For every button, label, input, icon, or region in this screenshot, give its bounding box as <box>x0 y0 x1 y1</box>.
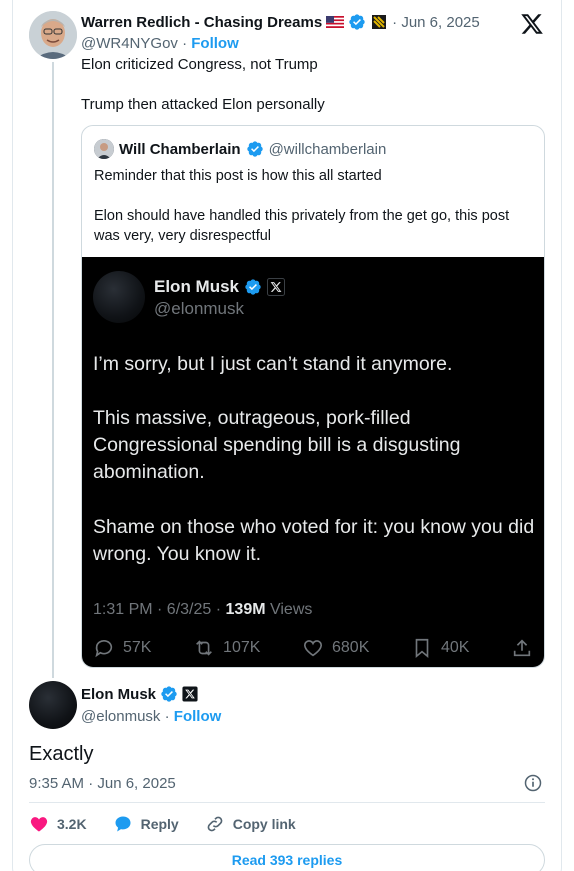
action-bar: 3.2K Reply Copy link <box>29 814 322 834</box>
embedded-author-row: Elon Musk <box>154 277 286 297</box>
reply-icon <box>95 639 113 658</box>
heart-icon <box>30 817 48 832</box>
embedded-action-bar: 57K 107K 680K 40K <box>93 637 533 659</box>
verified-badge-icon <box>161 686 177 702</box>
author-name[interactable]: Warren Redlich - Chasing Dreams <box>81 14 322 31</box>
info-icon[interactable] <box>523 773 543 793</box>
embedded-paragraph-1: I’m sorry, but I just can’t stand it any… <box>93 353 453 375</box>
embedded-meta: 1:31 PM · 6/3/25 · 139M Views <box>93 601 312 619</box>
thread-line <box>52 62 54 678</box>
embedded-paragraph-2: This massive, outrageous, pork-filled Co… <box>93 407 461 483</box>
reply-header: Elon Musk <box>81 685 198 703</box>
reply-button[interactable]: Reply <box>113 814 179 834</box>
reply-text: Exactly <box>29 743 94 765</box>
quoted-tweet[interactable]: Will Chamberlain @willchamberlain Remind… <box>81 125 545 668</box>
tweet-text-line-1: Elon criticized Congress, not Trump <box>81 56 318 73</box>
author-photo-icon <box>94 139 114 159</box>
reply-author-name[interactable]: Elon Musk <box>81 686 156 703</box>
divider <box>29 802 545 803</box>
embedded-reposts: 107K <box>193 637 260 659</box>
embedded-reply-count: 57K <box>123 639 152 656</box>
repost-icon <box>196 640 212 656</box>
link-icon <box>207 816 223 832</box>
reply-author-handle[interactable]: @elonmusk <box>81 708 160 725</box>
embedded-likes: 680K <box>302 637 369 659</box>
main-tweet-handle-row: @WR4NYGov · Follow <box>81 35 239 52</box>
us-flag-icon <box>326 16 345 28</box>
verified-badge-icon <box>246 141 263 157</box>
reply-bubble-icon <box>115 816 131 832</box>
quoted-tweet-header: Will Chamberlain @willchamberlain <box>94 139 386 159</box>
share-icon <box>513 639 531 657</box>
quoted-author-handle: @willchamberlain <box>268 140 387 158</box>
x-affiliate-icon <box>267 278 286 296</box>
bookmark-icon <box>415 638 429 659</box>
read-replies-button[interactable]: Read 393 replies <box>29 844 545 871</box>
embedded-paragraph-3: Shame on those who voted for it: you kno… <box>93 516 535 565</box>
quoted-text-line-1: Reminder that this post is how this all … <box>94 168 382 184</box>
main-tweet-header: Warren Redlich - Chasing Dreams · Jun 6,… <box>81 13 480 31</box>
author-handle[interactable]: @WR4NYGov <box>81 35 178 52</box>
follow-button[interactable]: Follow <box>174 708 222 725</box>
embedded-author-handle: @elonmusk <box>154 299 245 318</box>
embedded-views-label: Views <box>265 601 313 618</box>
like-icon <box>303 640 323 657</box>
avatar[interactable] <box>29 11 77 59</box>
like-count: 3.2K <box>57 816 87 832</box>
x-affiliate-icon <box>182 686 198 702</box>
quoted-author-name: Will Chamberlain <box>119 140 241 158</box>
verified-badge-icon <box>349 14 365 30</box>
embedded-author-name: Elon Musk <box>154 277 240 296</box>
embedded-bookmarks: 40K <box>411 637 469 659</box>
copy-link-label: Copy link <box>232 816 296 832</box>
reply-label: Reply <box>140 816 179 832</box>
embedded-replies: 57K <box>93 637 151 659</box>
tweet-text-line-2: Trump then attacked Elon personally <box>81 96 325 113</box>
separator-dot: · <box>177 35 192 52</box>
like-button[interactable]: 3.2K <box>29 814 87 834</box>
quoted-text-line-2: Elon should have handled this privately … <box>94 208 510 244</box>
author-photo-icon <box>29 11 77 59</box>
avatar <box>94 139 114 159</box>
embedded-tweet-image[interactable]: Elon Musk @elonmusk I’m sorry, but I jus… <box>82 257 544 667</box>
x-logo-icon[interactable] <box>520 12 544 36</box>
embedded-view-count: 139M <box>225 601 266 618</box>
verified-badge-icon <box>245 279 261 295</box>
reply-handle-row: @elonmusk · Follow <box>81 708 221 725</box>
embedded-share <box>511 637 533 659</box>
reply-timestamp[interactable]: 9:35 AM · Jun 6, 2025 <box>29 775 176 792</box>
embedded-bookmark-count: 40K <box>440 639 470 656</box>
follow-button[interactable]: Follow <box>191 35 239 52</box>
embedded-repost-count: 107K <box>223 639 261 656</box>
embedded-like-count: 680K <box>332 639 370 656</box>
separator-dot: · <box>160 708 174 725</box>
embedded-timestamp: 1:31 PM · 6/3/25 · <box>93 601 226 618</box>
avatar <box>93 271 145 323</box>
avatar[interactable] <box>29 681 77 729</box>
tweet-date[interactable]: · Jun 6, 2025 <box>392 14 480 31</box>
affiliate-badge-icon <box>372 15 387 29</box>
copy-link-button[interactable]: Copy link <box>205 814 296 834</box>
